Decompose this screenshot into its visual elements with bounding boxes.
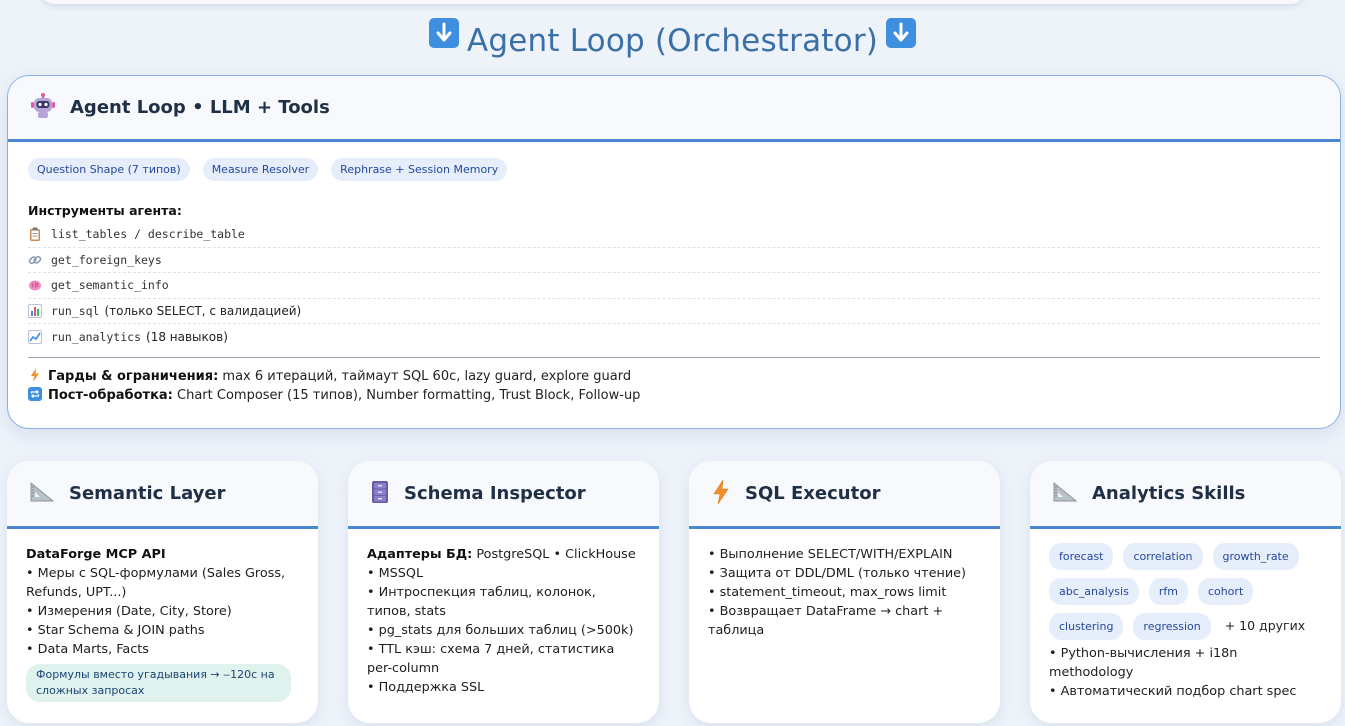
benefit-highlight: Формулы вместо угадывания → ‒120с на сло… <box>26 664 291 702</box>
list-item: • TTL кэш: схема 7 дней, статистика per-… <box>367 642 615 676</box>
api-label: DataForge MCP API <box>26 547 166 562</box>
triangle-ruler-icon <box>29 481 55 507</box>
guards-line: Гарды & ограничения: max 6 итераций, тай… <box>28 367 1340 386</box>
agent-loop-title: Agent Loop • LLM + Tools <box>70 97 330 118</box>
skill-tag: abc_analysis <box>1049 578 1139 605</box>
skill-tag: growth_rate <box>1212 543 1299 570</box>
robot-icon <box>30 92 56 123</box>
pill-measure-resolver: Measure Resolver <box>202 158 319 181</box>
list-item: • pg_stats для больших таблиц (>500k) <box>367 623 634 638</box>
tools-label: Инструменты агента: <box>28 203 182 218</box>
adapters-line: Адаптеры БД: PostgreSQL • ClickHouse • M… <box>367 545 641 583</box>
page-title-text: Agent Loop (Orchestrator) <box>466 23 879 59</box>
post-text: Chart Composer (15 типов), Number format… <box>177 387 641 403</box>
list-item: • statement_timeout, max_rows limit <box>708 585 947 600</box>
down-arrow-icon <box>886 18 917 48</box>
semantic-layer-card: Semantic Layer DataForge MCP API • Меры … <box>7 461 318 723</box>
list-item: • Интроспекция таблиц, колонок, типов, s… <box>367 585 596 619</box>
post-processing-line: Пост-обработка: Chart Composer (15 типов… <box>28 386 1340 405</box>
agent-loop-header: Agent Loop • LLM + Tools <box>8 76 1340 142</box>
tool-code: get_semantic_info <box>51 278 169 293</box>
list-item: • Поддержка SSL <box>367 680 485 695</box>
more-skills-text: + 10 других <box>1224 618 1306 633</box>
agent-loop-card: Agent Loop • LLM + Tools Question Shape … <box>7 75 1341 429</box>
file-cabinet-icon <box>370 480 390 508</box>
pill-question-shape: Question Shape (7 типов) <box>28 158 190 181</box>
schema-inspector-title: Schema Inspector <box>404 483 586 504</box>
semantic-layer-header: Semantic Layer <box>7 461 318 529</box>
list-item: • Меры с SQL-формулами (Sales Gross, Ref… <box>26 566 286 600</box>
tool-row: get_semantic_info <box>28 273 1320 299</box>
tool-note: (только SELECT, с валидацией) <box>104 303 302 318</box>
tool-row: run_sql (только SELECT, с валидацией) <box>28 299 1320 324</box>
list-item: • Возвращает DataFrame → chart + таблица <box>708 604 944 638</box>
analytics-skills-header: Analytics Skills <box>1030 461 1341 529</box>
list-item: • Измерения (Date, City, Store) <box>26 604 232 619</box>
skill-tags: forecast correlation growth_rate abc_ana… <box>1049 543 1323 640</box>
schema-inspector-card: Schema Inspector Адаптеры БД: PostgreSQL… <box>348 461 659 723</box>
post-label: Пост-обработка: <box>48 387 173 403</box>
tool-row: run_analytics (18 навыков) <box>28 324 1320 350</box>
list-item: • Защита от DDL/DML (только чтение) <box>708 566 967 581</box>
lightning-icon <box>28 367 43 382</box>
triangle-ruler-icon <box>1052 481 1078 507</box>
trend-chart-icon <box>28 329 44 344</box>
analytics-skills-title: Analytics Skills <box>1092 483 1246 504</box>
agent-notes: Гарды & ограничения: max 6 итераций, тай… <box>28 367 1340 405</box>
brain-icon <box>28 278 44 292</box>
list-item: • Python-вычисления + i18n methodology <box>1049 646 1238 680</box>
list-item: • Data Marts, Facts <box>26 642 149 657</box>
list-item: • Выполнение SELECT/WITH/EXPLAIN <box>708 547 953 562</box>
bar-chart-icon <box>28 303 44 318</box>
guards-text: max 6 итераций, таймаут SQL 60с, lazy gu… <box>222 368 632 384</box>
list-item: • Автоматический подбор chart spec <box>1049 684 1297 699</box>
link-icon <box>28 253 44 267</box>
lightning-icon <box>711 479 731 508</box>
tool-code: run_analytics <box>51 329 142 344</box>
sql-executor-title: SQL Executor <box>745 483 881 504</box>
divider <box>28 356 1320 358</box>
sql-executor-card: SQL Executor • Выполнение SELECT/WITH/EX… <box>689 461 1000 723</box>
analytics-skills-body: forecast correlation growth_rate abc_ana… <box>1030 529 1341 701</box>
analytics-skills-card: Analytics Skills forecast correlation gr… <box>1030 461 1341 723</box>
schema-inspector-body: Адаптеры БД: PostgreSQL • ClickHouse • M… <box>348 529 659 697</box>
tool-code: get_foreign_keys <box>51 252 162 267</box>
semantic-layer-body: DataForge MCP API • Меры с SQL-формулами… <box>7 529 318 702</box>
top-card-edge <box>40 0 1305 4</box>
schema-inspector-header: Schema Inspector <box>348 461 659 529</box>
pill-rephrase-memory: Rephrase + Session Memory <box>331 158 508 181</box>
guards-label: Гарды & ограничения: <box>48 368 219 384</box>
skill-tag: clustering <box>1049 613 1124 640</box>
tool-code: list_tables / describe_table <box>51 227 245 242</box>
sql-executor-header: SQL Executor <box>689 461 1000 529</box>
semantic-layer-title: Semantic Layer <box>69 483 226 504</box>
down-arrow-icon <box>428 18 459 48</box>
feature-pills: Question Shape (7 типов) Measure Resolve… <box>28 158 1340 181</box>
tool-row: get_foreign_keys <box>28 248 1320 273</box>
skill-tag: correlation <box>1123 543 1203 570</box>
list-item: • Star Schema & JOIN paths <box>26 623 205 638</box>
clipboard-icon <box>28 227 44 242</box>
skill-tag: forecast <box>1049 543 1114 570</box>
adapters-label: Адаптеры БД: <box>367 547 473 562</box>
tool-code: run_sql <box>51 303 100 318</box>
repeat-icon <box>28 386 43 401</box>
tool-note: (18 навыков) <box>146 329 228 344</box>
page-title: Agent Loop (Orchestrator) <box>0 18 1345 59</box>
skill-tag: rfm <box>1148 578 1188 605</box>
skill-tag: regression <box>1133 613 1211 640</box>
sql-executor-body: • Выполнение SELECT/WITH/EXPLAIN • Защит… <box>689 529 1000 640</box>
tool-list: list_tables / describe_table get_foreign… <box>28 222 1320 350</box>
skill-tag: cohort <box>1197 578 1254 605</box>
tool-row: list_tables / describe_table <box>28 222 1320 248</box>
